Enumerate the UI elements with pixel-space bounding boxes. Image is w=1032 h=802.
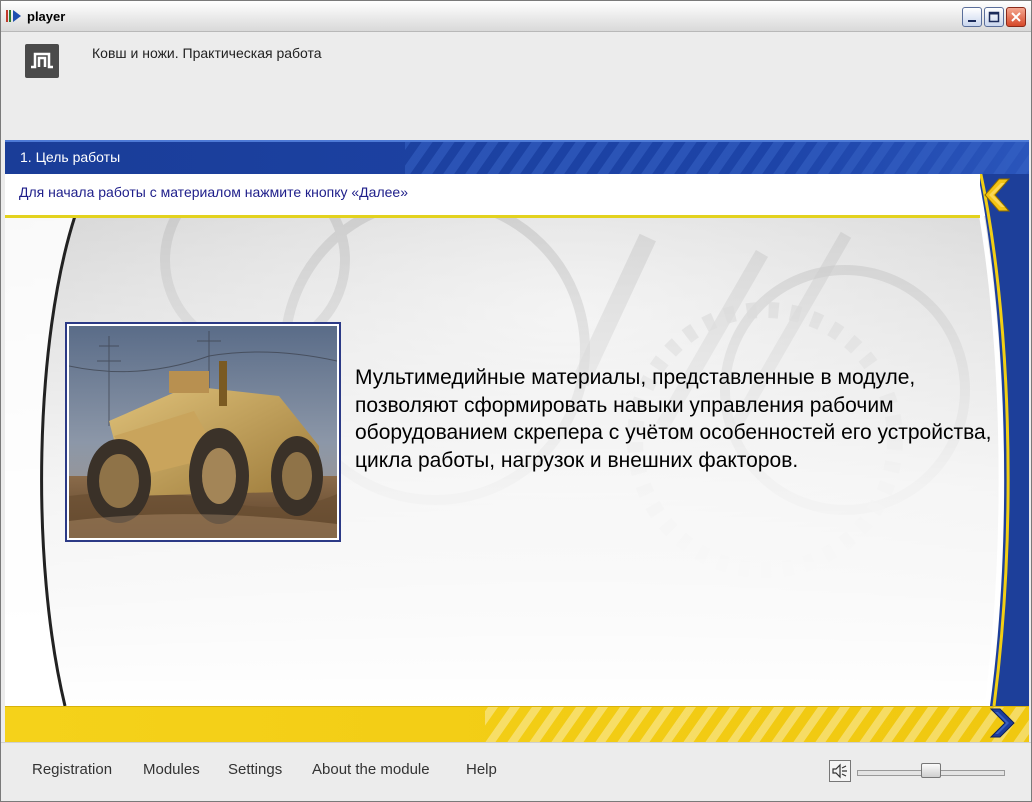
close-button[interactable]: [1006, 7, 1026, 27]
chevron-right-icon: [989, 708, 1015, 738]
back-button[interactable]: [975, 175, 1019, 215]
header: Ковш и ножи. Практическая работа: [1, 32, 1031, 140]
minimize-button[interactable]: [962, 7, 982, 27]
description-text: Мультимедийные материалы, представленные…: [355, 366, 992, 472]
section-title: 1. Цель работы: [20, 149, 121, 165]
menu-settings[interactable]: Settings: [228, 761, 282, 778]
app-icon: [6, 10, 21, 22]
chevron-left-icon: [984, 178, 1011, 212]
menu-registration[interactable]: Registration: [32, 761, 112, 778]
player-window: player Ковш и ножи. Практическая работа: [0, 0, 1032, 802]
menu-modules[interactable]: Modules: [143, 761, 200, 778]
menu-about-module[interactable]: About the module: [312, 761, 430, 778]
bottom-menu-bar: Registration Modules Settings About the …: [1, 742, 1031, 801]
logo: [25, 44, 59, 78]
window-title: player: [27, 9, 66, 24]
volume-slider-handle[interactable]: [921, 763, 941, 778]
next-button[interactable]: [983, 706, 1023, 740]
maximize-button[interactable]: [984, 7, 1004, 27]
title-bar[interactable]: player: [1, 1, 1031, 32]
content-stage: 1. Цель работы Для начала работы с матер…: [5, 140, 1029, 742]
menu-help[interactable]: Help: [466, 761, 497, 778]
speaker-icon[interactable]: [829, 760, 851, 782]
instruction-text: Для начала работы с материалом нажмите к…: [19, 184, 408, 200]
scraper-photo: [65, 322, 341, 542]
course-title: Ковш и ножи. Практическая работа: [92, 45, 322, 61]
